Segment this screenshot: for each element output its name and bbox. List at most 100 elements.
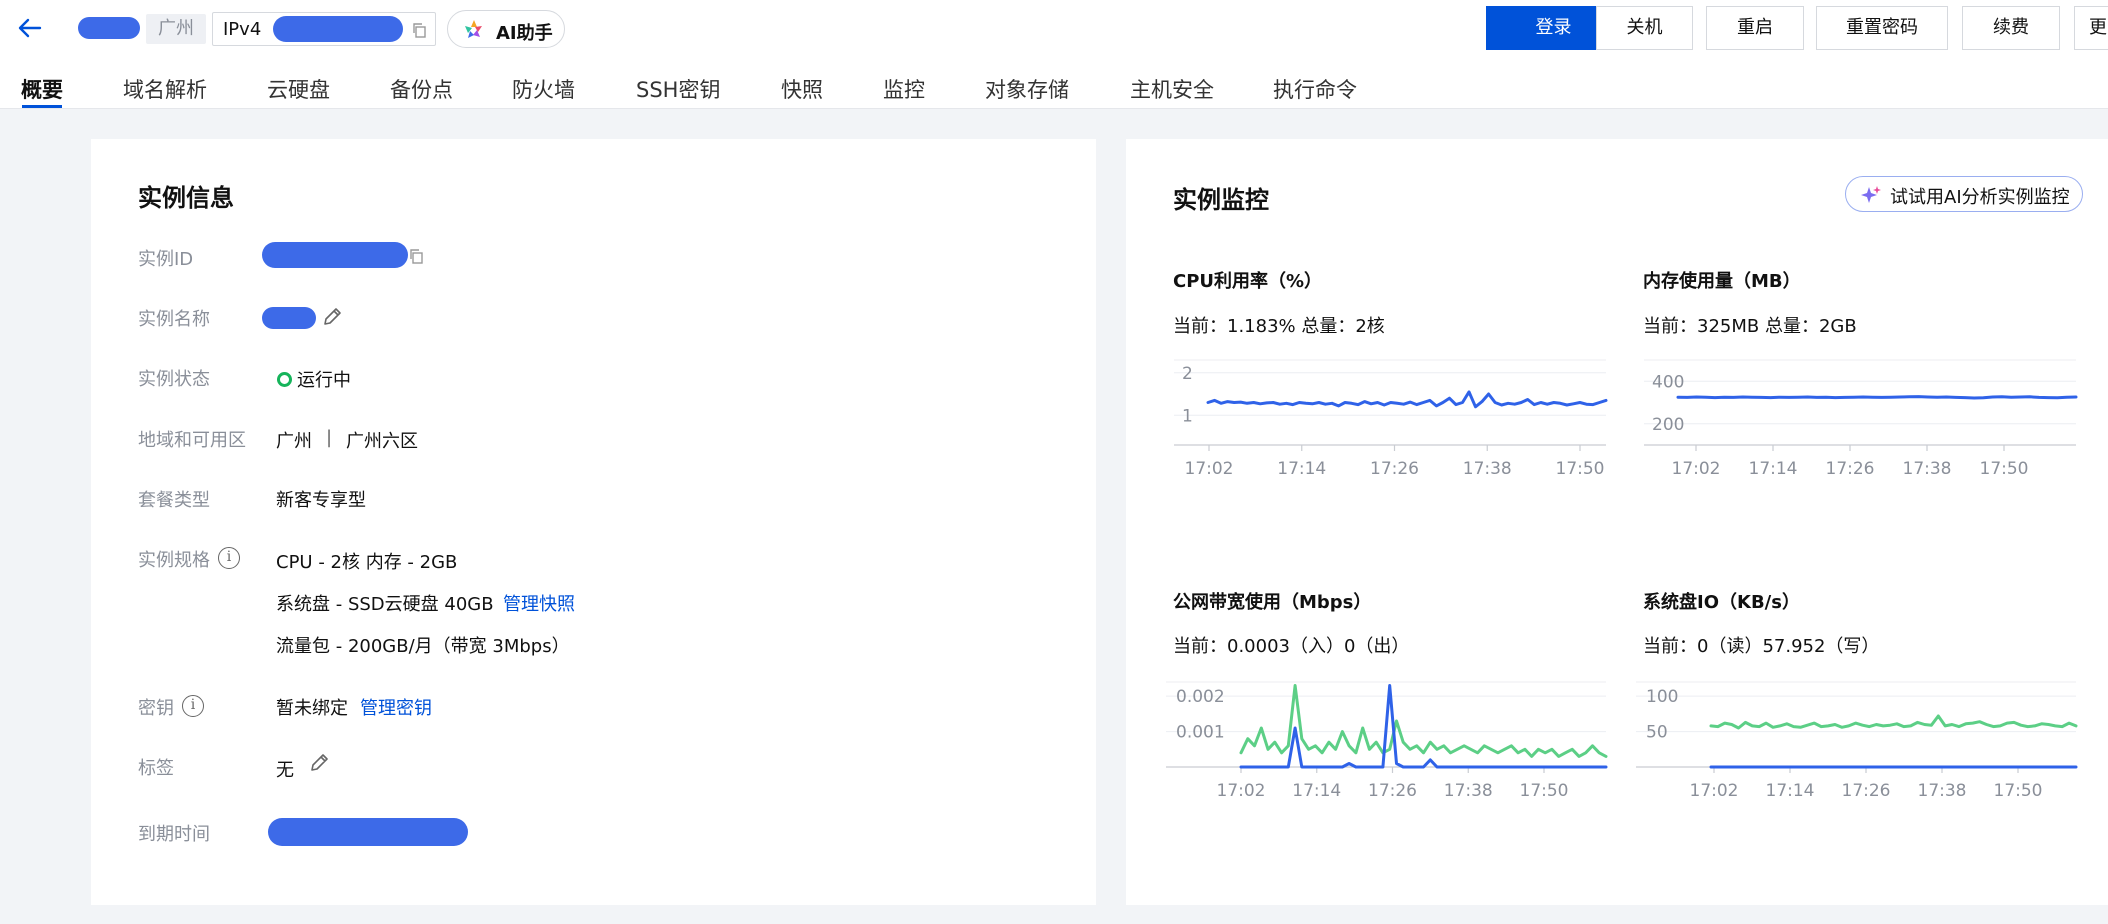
region-zone-label: 地域和可用区 <box>138 430 246 451</box>
disk-io-chart-current: 当前：0（读）57.952（写） <box>1643 636 1880 657</box>
bandwidth-usage-chart: 0.002 0.001 17:02 17:14 17:26 17:38 17:50 <box>1166 681 1608 801</box>
ai-assistant-button[interactable]: AI助手 <box>447 10 565 48</box>
tab-host-security[interactable]: 主机安全 <box>1130 74 1214 104</box>
disk-io-chart-title: 系统盘IO（KB/s） <box>1643 592 1800 613</box>
x-tick-label: 17:50 <box>1520 781 1569 801</box>
x-tick-label: 17:50 <box>1556 459 1605 479</box>
spec-traffic-package: 流量包 - 200GB/月（带宽 3Mbps） <box>276 636 570 657</box>
x-tick-label: 17:50 <box>1980 459 2029 479</box>
x-tick-label: 17:50 <box>1994 781 2043 801</box>
redacted-instance-name-value <box>262 307 316 329</box>
x-tick-label: 17:02 <box>1690 781 1739 801</box>
ai-assistant-label: AI助手 <box>496 23 553 44</box>
x-tick-label: 17:38 <box>1463 459 1512 479</box>
x-tick-label: 17:38 <box>1903 459 1952 479</box>
x-tick-label: 17:02 <box>1672 459 1721 479</box>
zone-value: 广州六区 <box>346 431 418 452</box>
instance-info-card <box>91 139 1096 905</box>
x-tick-label: 17:38 <box>1444 781 1493 801</box>
edit-name-pencil-icon[interactable] <box>321 306 343 328</box>
copy-icon[interactable] <box>411 22 427 38</box>
spec-cpu-memory: CPU - 2核 内存 - 2GB <box>276 552 458 573</box>
active-tab-indicator <box>22 105 62 108</box>
tab-ssh-keys[interactable]: SSH密钥 <box>636 74 720 104</box>
x-tick-label: 17:14 <box>1292 781 1341 801</box>
y-tick-label: 1 <box>1182 406 1193 426</box>
spec-system-disk: 系统盘 - SSD云硬盘 40GB <box>276 594 494 615</box>
sparkle-icon <box>1861 186 1881 203</box>
ai-analyze-label: 试试用AI分析实例监控 <box>1890 187 2070 208</box>
manage-key-link[interactable]: 管理密钥 <box>360 694 432 720</box>
edit-tags-pencil-icon[interactable] <box>308 752 330 774</box>
x-tick-label: 17:26 <box>1370 459 1419 479</box>
restart-button[interactable]: 重启 <box>1706 6 1804 50</box>
running-status-icon <box>277 372 292 387</box>
cpu-chart-current: 当前：1.183% 总量：2核 <box>1173 316 1385 337</box>
tab-firewall[interactable]: 防火墙 <box>512 74 575 104</box>
y-tick-label: 0.002 <box>1176 687 1225 707</box>
cpu-chart-title: CPU利用率（%） <box>1173 271 1323 292</box>
tab-overview[interactable]: 概要 <box>21 74 63 104</box>
tab-cloud-disk[interactable]: 云硬盘 <box>267 74 330 104</box>
x-tick-label: 17:02 <box>1217 781 1266 801</box>
x-tick-label: 17:14 <box>1749 459 1798 479</box>
region-value: 广州 <box>276 431 312 452</box>
instance-monitor-title: 实例监控 <box>1173 186 1269 214</box>
tags-label: 标签 <box>138 758 174 779</box>
instance-spec-label: 实例规格 <box>138 550 210 571</box>
key-value: 暂未绑定 <box>276 698 348 719</box>
x-tick-label: 17:14 <box>1277 459 1326 479</box>
back-arrow-icon[interactable] <box>16 14 44 42</box>
region-chip: 广州 <box>146 14 206 44</box>
package-type-value: 新客专享型 <box>276 490 366 511</box>
y-tick-label: 0.001 <box>1176 723 1225 743</box>
disk-io-chart: 100 50 17:02 17:14 17:26 17:38 17:50 <box>1636 681 2078 801</box>
tab-run-command[interactable]: 执行命令 <box>1273 74 1357 104</box>
ip-version-label: IPv4 <box>223 19 262 40</box>
renew-button[interactable]: 续费 <box>1962 6 2060 50</box>
instance-id-label: 实例ID <box>138 249 194 270</box>
x-tick-label: 17:26 <box>1826 459 1875 479</box>
x-tick-label: 17:38 <box>1918 781 1967 801</box>
tab-monitoring[interactable]: 监控 <box>883 74 925 104</box>
series-line <box>1676 395 2078 400</box>
tab-object-storage[interactable]: 对象存储 <box>985 74 1069 104</box>
redacted-instance-id <box>262 242 408 268</box>
key-label: 密钥 <box>138 698 174 719</box>
y-tick-label: 200 <box>1652 415 1684 435</box>
region-separator: | <box>326 427 333 448</box>
ai-assistant-logo-icon <box>465 20 482 38</box>
ip-address-chip: IPv4 <box>212 12 436 46</box>
y-tick-label: 100 <box>1646 687 1678 707</box>
reset-password-button[interactable]: 重置密码 <box>1816 6 1948 50</box>
redacted-ip-address <box>273 16 403 42</box>
tab-backup[interactable]: 备份点 <box>390 74 453 104</box>
manage-snapshot-link[interactable]: 管理快照 <box>503 590 575 616</box>
memory-chart-title: 内存使用量（MB） <box>1643 271 1801 292</box>
top-bar: 广州 IPv4 AI助手 登录 关机 重启 重置密码 续费 更 <box>0 0 2108 56</box>
shutdown-button[interactable]: 关机 <box>1596 6 1693 50</box>
redacted-expire-time <box>268 818 468 846</box>
instance-status-value: 运行中 <box>297 370 351 391</box>
instance-name-label: 实例名称 <box>138 309 210 330</box>
spec-info-icon[interactable]: i <box>218 547 240 569</box>
tab-snapshots[interactable]: 快照 <box>781 74 823 104</box>
instance-status-label: 实例状态 <box>138 369 210 390</box>
redacted-instance-name <box>78 17 140 39</box>
x-tick-label: 17:26 <box>1368 781 1417 801</box>
tab-dns[interactable]: 域名解析 <box>123 74 207 104</box>
copy-instance-id-icon[interactable] <box>408 248 424 264</box>
tags-value: 无 <box>276 760 294 781</box>
series-line <box>1709 714 2078 730</box>
package-type-label: 套餐类型 <box>138 490 210 511</box>
instance-info-title: 实例信息 <box>138 184 234 212</box>
bandwidth-chart-title: 公网带宽使用（Mbps） <box>1173 592 1372 613</box>
series-line <box>1206 390 1608 409</box>
key-info-icon[interactable]: i <box>182 695 204 717</box>
more-button[interactable]: 更 <box>2074 6 2108 50</box>
expire-time-label: 到期时间 <box>138 824 210 845</box>
ai-analyze-monitor-button[interactable]: 试试用AI分析实例监控 <box>1845 176 2083 212</box>
memory-usage-chart: 400 200 17:02 17:14 17:26 17:38 17:50 <box>1644 359 2078 479</box>
x-tick-label: 17:26 <box>1842 781 1891 801</box>
bandwidth-chart-current: 当前：0.0003（入）0（出） <box>1173 636 1410 657</box>
